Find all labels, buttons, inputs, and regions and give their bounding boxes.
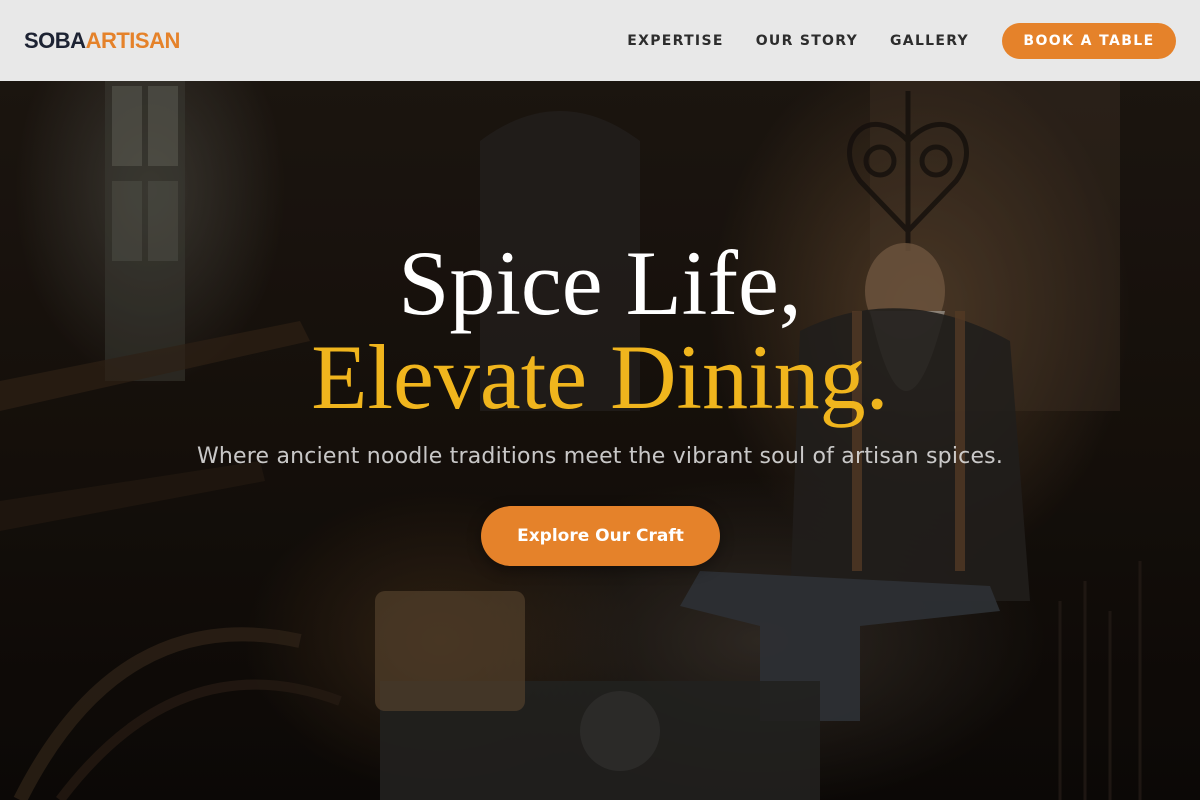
nav-link-our-story[interactable]: OUR STORY [756,33,858,49]
hero-dark-overlay [0,81,1200,800]
hero-headline-line1: Spice Life, [398,232,802,334]
hero-section: Spice Life, Elevate Dining. Where ancien… [0,81,1200,800]
nav-link-expertise[interactable]: EXPERTISE [627,33,723,49]
book-a-table-button[interactable]: BOOK A TABLE [1002,22,1176,59]
nav-link-gallery[interactable]: GALLERY [890,33,969,49]
hero-headline-line2: Elevate Dining. [311,326,889,428]
logo-text-soba: SOBA [24,27,86,53]
main-nav: EXPERTISE OUR STORY GALLERY BOOK A TABLE [627,22,1176,59]
site-header: SOBA ARTISAN EXPERTISE OUR STORY GALLERY … [0,0,1200,81]
logo-text-artisan: ARTISAN [85,27,181,53]
hero-subtitle: Where ancient noodle traditions meet the… [196,444,1004,469]
site-logo[interactable]: SOBA ARTISAN [24,28,180,54]
explore-our-craft-button[interactable]: Explore Our Craft [481,506,720,566]
